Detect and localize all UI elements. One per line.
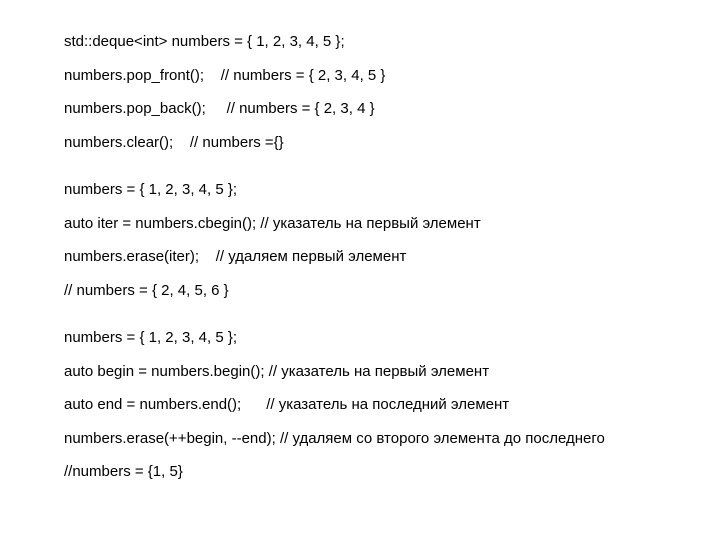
code-line: numbers.erase(iter); // удаляем первый э… <box>0 247 720 267</box>
code-line: numbers.pop_back(); // numbers = { 2, 3,… <box>0 99 720 119</box>
code-slide: std::deque<int> numbers = { 1, 2, 3, 4, … <box>0 0 720 540</box>
code-line: auto iter = numbers.cbegin(); // указате… <box>0 214 720 234</box>
code-line: numbers.clear(); // numbers ={} <box>0 133 720 153</box>
code-line: // numbers = { 2, 4, 5, 6 } <box>0 281 720 301</box>
code-line: //numbers = {1, 5} <box>0 462 720 482</box>
code-line: auto end = numbers.end(); // указатель н… <box>0 395 720 415</box>
code-line: numbers.pop_front(); // numbers = { 2, 3… <box>0 66 720 86</box>
code-line: std::deque<int> numbers = { 1, 2, 3, 4, … <box>0 32 720 52</box>
code-line: numbers = { 1, 2, 3, 4, 5 }; <box>0 180 720 200</box>
code-line: auto begin = numbers.begin(); // указате… <box>0 362 720 382</box>
code-line-wrapped: numbers.erase(++begin, --end); // удаляе… <box>0 429 720 449</box>
blank-line <box>0 166 720 180</box>
blank-line <box>0 314 720 328</box>
code-line: numbers = { 1, 2, 3, 4, 5 }; <box>0 328 720 348</box>
code-span: numbers.erase(++begin, --end); // удаляе… <box>32 430 605 447</box>
